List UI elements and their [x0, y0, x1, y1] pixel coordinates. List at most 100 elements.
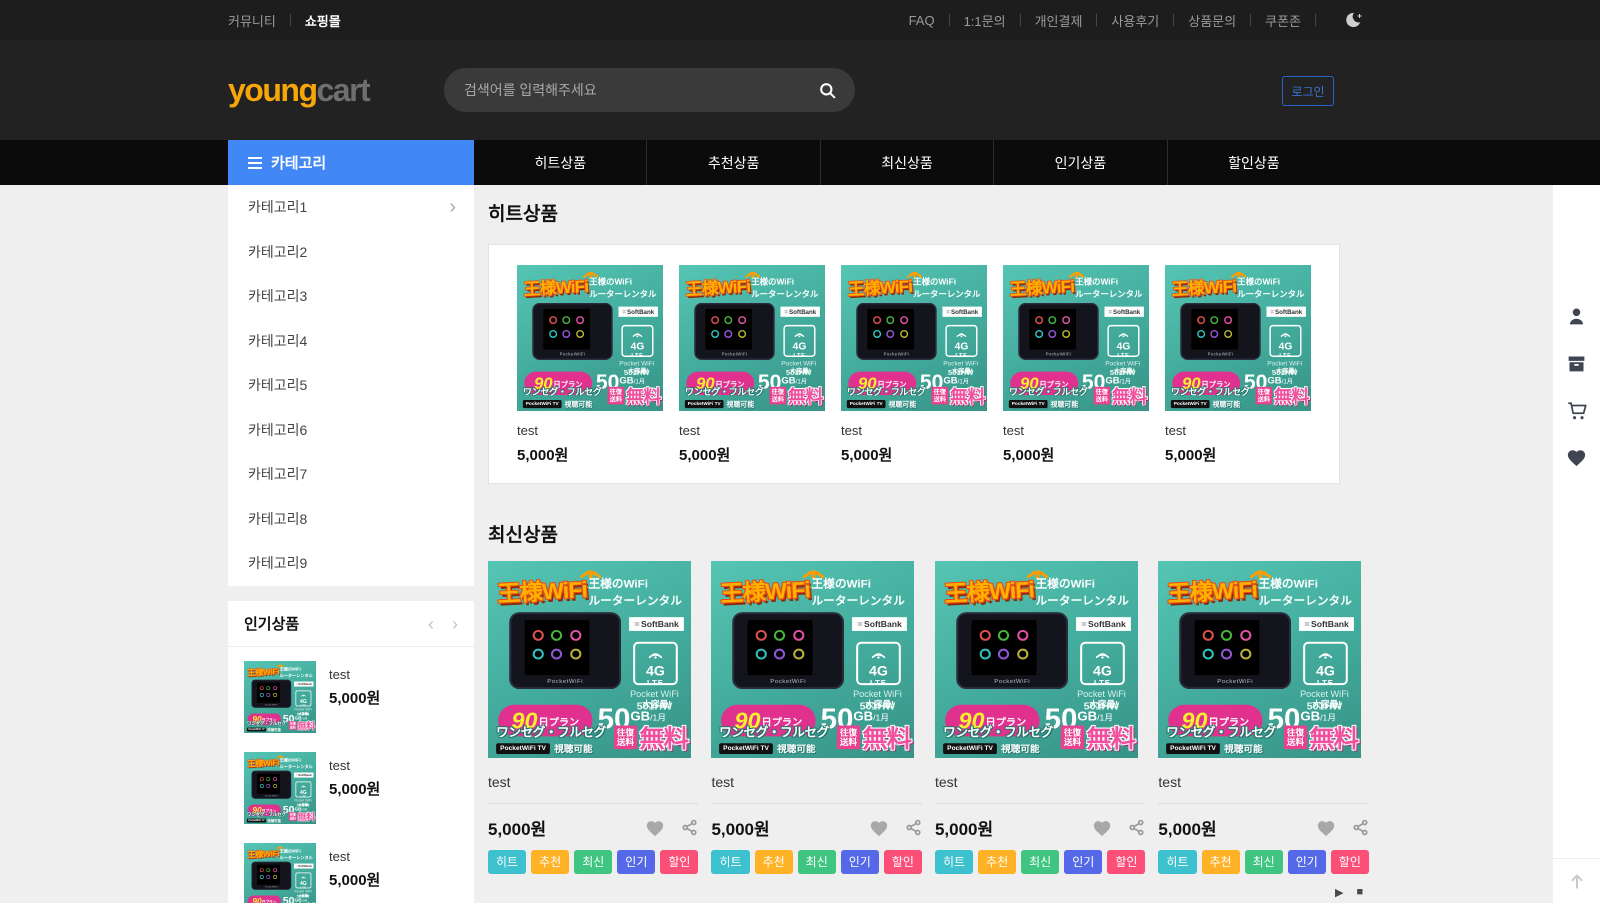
softbank-logo: = SoftBank: [294, 864, 313, 869]
ad-title: 王様のWiFiルーターレンタル: [1035, 577, 1128, 610]
category-item[interactable]: 카테고리2: [228, 230, 474, 275]
viewable-text: 視聴可能: [267, 727, 281, 732]
topbar-link[interactable]: 개인결제: [1035, 11, 1083, 30]
product-image[interactable]: 王様WiFi 王様のWiFiルーターレンタル PocketWiFi = Soft…: [1158, 561, 1368, 758]
ad-title: 王様のWiFiルーターレンタル: [1075, 277, 1142, 301]
carousel-stop-icon[interactable]: ■: [1356, 886, 1363, 899]
viewable-text: 視聴可能: [1213, 399, 1241, 409]
product-card[interactable]: 王様WiFi 王様のWiFiルーターレンタル PocketWiFi = Soft…: [711, 561, 921, 874]
status-badge: 히트: [935, 850, 973, 874]
moon-icon: [1344, 11, 1362, 29]
nav-item[interactable]: 할인상품: [1167, 140, 1340, 185]
pocket-wifi-device: PocketWiFi: [733, 612, 845, 689]
category-menu-header[interactable]: 카테고리: [228, 140, 474, 185]
wishlist-heart-icon[interactable]: [1092, 819, 1112, 837]
share-icon[interactable]: [1352, 819, 1369, 836]
topbar-link[interactable]: FAQ: [909, 13, 935, 28]
category-item[interactable]: 카테고리5: [228, 363, 474, 408]
cart-button[interactable]: [1566, 400, 1588, 422]
next-arrow-icon[interactable]: ›: [452, 615, 458, 633]
product-card[interactable]: 王様WiFi 王様のWiFiルーターレンタル PocketWiFi = Soft…: [841, 265, 987, 465]
site-logo[interactable]: youngcart: [228, 72, 369, 109]
product-image[interactable]: 王様WiFi 王様のWiFiルーターレンタル PocketWiFi = Soft…: [935, 561, 1145, 758]
topbar-link[interactable]: 상품문의: [1188, 11, 1236, 30]
product-image[interactable]: 王様WiFi 王様のWiFiルーターレンタル PocketWiFi = Soft…: [517, 265, 663, 411]
main-content: 히트상품 王様WiFi 王様のWiFiルーターレンタル PocketWiFi =…: [488, 185, 1340, 903]
wishlist-button[interactable]: [1566, 448, 1587, 467]
latest-products-grid: 王様WiFi 王様のWiFiルーターレンタル PocketWiFi = Soft…: [488, 561, 1340, 874]
share-icon[interactable]: [905, 819, 922, 836]
popular-product-item[interactable]: 王様WiFi 王様のWiFiルーターレンタル PocketWiFi = Soft…: [228, 738, 474, 829]
wishlist-heart-icon[interactable]: [1316, 819, 1336, 837]
category-item[interactable]: 카테고리8: [228, 497, 474, 542]
product-image[interactable]: 王様WiFi 王様のWiFiルーターレンタル PocketWiFi = Soft…: [244, 661, 316, 733]
product-image[interactable]: 王様WiFi 王様のWiFiルーターレンタル PocketWiFi = Soft…: [679, 265, 825, 411]
scroll-to-top-button[interactable]: [1553, 858, 1600, 903]
category-label: 카테고리8: [248, 509, 307, 529]
product-card[interactable]: 王様WiFi 王様のWiFiルーターレンタル PocketWiFi = Soft…: [488, 561, 698, 874]
product-image[interactable]: 王様WiFi 王様のWiFiルーターレンタル PocketWiFi = Soft…: [488, 561, 698, 758]
login-button[interactable]: 로그인: [1282, 76, 1334, 106]
4g-lte-badge: 4G LTE: [1107, 325, 1139, 357]
status-badge: 최신: [798, 850, 836, 874]
product-name: test: [1158, 774, 1368, 790]
4g-lte-badge: 4G LTE: [295, 691, 311, 707]
wifi-router-ad-image: 王様WiFi 王様のWiFiルーターレンタル PocketWiFi = Soft…: [679, 265, 825, 411]
topbar: 커뮤니티 쇼핑몰 FAQ 1:1문의 개인결제 사용후기 상품문의 쿠폰존: [0, 0, 1600, 40]
softbank-logo: = SoftBank: [943, 307, 982, 317]
main-nav: 히트상품추천상품최신상품인기상품할인상품: [474, 140, 1340, 185]
community-link[interactable]: 커뮤니티: [228, 11, 276, 30]
search-button[interactable]: [818, 81, 837, 100]
share-icon[interactable]: [1128, 819, 1145, 836]
popular-product-item[interactable]: 王様WiFi 王様のWiFiルーターレンタル PocketWiFi = Soft…: [228, 829, 474, 903]
search-input[interactable]: [464, 82, 818, 98]
popular-products-box: 인기상품 ‹ › 王様WiFi 王様のWiFiルーターレンタル PocketWi…: [228, 601, 474, 903]
nav-item[interactable]: 추천상품: [646, 140, 819, 185]
pocketwifi-tv-badge: PocketWiFi TV: [1171, 400, 1210, 408]
product-image[interactable]: 王様WiFi 王様のWiFiルーターレンタル PocketWiFi = Soft…: [711, 561, 921, 758]
divider: [935, 803, 1145, 804]
pocket-wifi-device: PocketWiFi: [1180, 612, 1292, 689]
nav-item[interactable]: 히트상품: [474, 140, 646, 185]
topbar-link[interactable]: 1:1문의: [964, 11, 1006, 30]
wishlist-heart-icon[interactable]: [869, 819, 889, 837]
divider: [1020, 14, 1021, 26]
category-item[interactable]: 카테고리1 ›: [228, 185, 474, 230]
divider: [290, 14, 291, 26]
category-item[interactable]: 카테고리6: [228, 408, 474, 453]
product-image[interactable]: 王様WiFi 王様のWiFiルーターレンタル PocketWiFi = Soft…: [1165, 265, 1311, 411]
topbar-link[interactable]: 사용후기: [1111, 11, 1159, 30]
category-item[interactable]: 카테고리7: [228, 452, 474, 497]
wishlist-heart-icon[interactable]: [645, 819, 665, 837]
product-image[interactable]: 王様WiFi 王様のWiFiルーターレンタル PocketWiFi = Soft…: [244, 752, 316, 824]
free-shipping-text: 往復送料 無料: [769, 383, 822, 409]
ad-logo-text: 王様WiFi: [247, 755, 279, 769]
category-item[interactable]: 카테고리9: [228, 541, 474, 586]
product-card[interactable]: 王様WiFi 王様のWiFiルーターレンタル PocketWiFi = Soft…: [679, 265, 825, 465]
product-card[interactable]: 王様WiFi 王様のWiFiルーターレンタル PocketWiFi = Soft…: [1165, 265, 1311, 465]
shop-link[interactable]: 쇼핑몰: [305, 11, 341, 30]
my-page-button[interactable]: [1566, 306, 1587, 327]
topbar-link[interactable]: 쿠폰존: [1265, 11, 1301, 30]
product-card[interactable]: 王様WiFi 王様のWiFiルーターレンタル PocketWiFi = Soft…: [935, 561, 1145, 874]
ad-title: 王様のWiFiルーターレンタル: [812, 577, 905, 610]
product-image[interactable]: 王様WiFi 王様のWiFiルーターレンタル PocketWiFi = Soft…: [244, 843, 316, 903]
product-card[interactable]: 王様WiFi 王様のWiFiルーターレンタル PocketWiFi = Soft…: [517, 265, 663, 465]
carousel-play-icon[interactable]: ▶: [1335, 886, 1343, 899]
share-icon[interactable]: [681, 819, 698, 836]
product-image[interactable]: 王様WiFi 王様のWiFiルーターレンタル PocketWiFi = Soft…: [1003, 265, 1149, 411]
prev-arrow-icon[interactable]: ‹: [428, 615, 434, 633]
category-item[interactable]: 카테고리3: [228, 274, 474, 319]
product-image[interactable]: 王様WiFi 王様のWiFiルーターレンタル PocketWiFi = Soft…: [841, 265, 987, 411]
softbank-logo: = SoftBank: [619, 307, 658, 317]
category-item[interactable]: 카테고리4: [228, 319, 474, 364]
product-card[interactable]: 王様WiFi 王様のWiFiルーターレンタル PocketWiFi = Soft…: [1158, 561, 1368, 874]
popular-product-item[interactable]: 王様WiFi 王様のWiFiルーターレンタル PocketWiFi = Soft…: [228, 647, 474, 738]
product-card[interactable]: 王様WiFi 王様のWiFiルーターレンタル PocketWiFi = Soft…: [1003, 265, 1149, 465]
viewable-text: 視聴可能: [554, 741, 593, 755]
orders-button[interactable]: [1566, 353, 1587, 374]
nav-item[interactable]: 인기상품: [993, 140, 1166, 185]
pocket-wifi-device: PocketWiFi: [509, 612, 621, 689]
nav-item[interactable]: 최신상품: [820, 140, 993, 185]
dark-mode-toggle[interactable]: [1344, 11, 1362, 29]
